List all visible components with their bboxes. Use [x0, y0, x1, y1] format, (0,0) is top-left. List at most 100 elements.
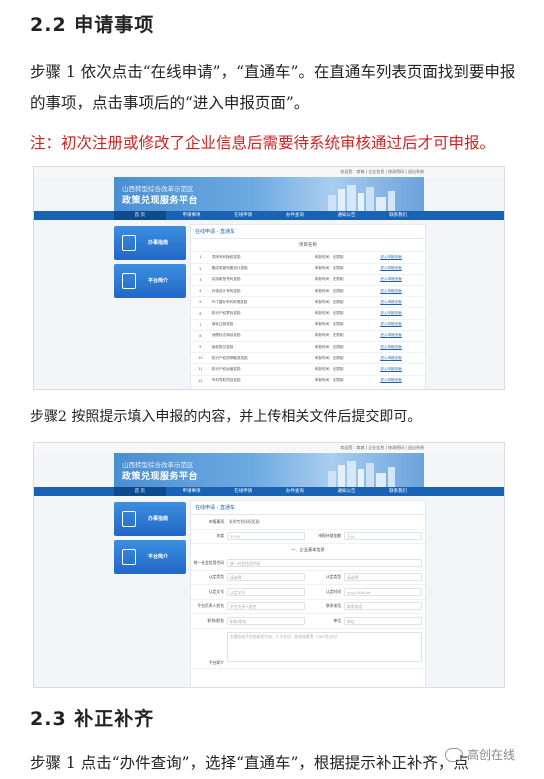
- sidecard-intro[interactable]: 平台简介: [114, 264, 186, 298]
- enter-apply-link[interactable]: 进入申报页面: [378, 307, 425, 320]
- field-label: 联系电话: [325, 603, 341, 609]
- enter-apply-link[interactable]: 进入申报页面: [378, 330, 425, 343]
- row-number: 9: [191, 341, 210, 354]
- nav-home[interactable]: 首 页: [114, 487, 166, 496]
- enter-apply-link[interactable]: 进入申报页面: [378, 386, 425, 389]
- field-label: 平台负责人姓名: [197, 603, 224, 609]
- nav-case-query[interactable]: 办件查询: [269, 211, 321, 220]
- date-input[interactable]: yyyy-MM-dd: [344, 587, 422, 596]
- section-heading-supplement: 2.3 补正补齐: [30, 708, 155, 730]
- row-date: 申报时间：无限制: [312, 274, 379, 287]
- sidecard-intro[interactable]: 平台简介: [114, 540, 186, 574]
- intro-textarea[interactable]: 主要包括平台的研发方向、人才队伍、研发成果等（300字以内）: [227, 631, 422, 662]
- row-item-name: 实用新型专利奖励: [209, 274, 313, 287]
- sidecard-label: 平台简介: [148, 554, 169, 560]
- row-number: 4: [191, 285, 210, 298]
- table-row: 12 专利导航项目奖励 申报时间：无限制 进入申报页面: [191, 375, 425, 387]
- nav-home[interactable]: 首 页: [114, 211, 166, 220]
- unit-input[interactable]: 单位: [344, 616, 422, 625]
- enter-apply-link[interactable]: 进入申报页面: [378, 352, 425, 365]
- portal-title-small: 山西转型综合改革示范区: [122, 185, 194, 193]
- row-number: 12: [191, 375, 210, 387]
- enter-apply-link[interactable]: 进入申报页面: [378, 274, 425, 287]
- row-date: 申报时间：无限制: [312, 386, 379, 389]
- row-number: 10: [191, 352, 210, 365]
- enter-apply-link[interactable]: 进入申报页面: [378, 341, 425, 354]
- table-row: 4 外观设计专利奖励 申报时间：无限制 进入申报页面: [191, 285, 425, 298]
- row-item-name: PCT国际专利申请奖励: [209, 296, 313, 309]
- sidecard-label: 平台简介: [148, 278, 169, 284]
- type-select[interactable]: 请选择: [227, 573, 305, 582]
- book-icon: [122, 235, 136, 251]
- sidecard-guide[interactable]: 办事指南: [114, 226, 186, 260]
- nav-apply-items[interactable]: 申请事项: [166, 211, 218, 220]
- nav-online-apply[interactable]: 在线申请: [217, 487, 269, 496]
- row-item-name: 知识产权贯标奖励: [209, 307, 313, 320]
- enter-apply-link[interactable]: 进入申报页面: [378, 319, 425, 331]
- table-row: 13知识产权服务机构奖励申报时间：无限制进入申报页面: [191, 386, 425, 389]
- portal-topbar: 欢迎您：商城 | 企业信息 | 修改密码 | 退出系统: [34, 167, 504, 177]
- doc-number-input[interactable]: 认定文号: [227, 587, 305, 596]
- row-item-name: 知识产权质押融资奖励: [209, 352, 313, 365]
- row-number: 8: [191, 330, 210, 343]
- title-input[interactable]: 职称/职务: [227, 616, 305, 625]
- table-row: 8 地理标志商标奖励 申报时间：无限制 进入申报页面: [191, 330, 425, 343]
- document-icon: [122, 549, 136, 565]
- field-label: 认定时间: [325, 588, 341, 594]
- sidecard-label: 办事指南: [148, 516, 169, 522]
- row-number: 6: [191, 307, 210, 320]
- year-input[interactable]: 2019: [227, 532, 305, 541]
- enter-apply-link[interactable]: 进入申报页面: [378, 363, 425, 376]
- book-icon: [122, 511, 136, 527]
- field-label: 单位: [333, 617, 341, 623]
- field-label: 平台简介: [208, 659, 224, 665]
- nav-notices[interactable]: 通知公告: [321, 487, 373, 496]
- row-date: 申报时间：无限制: [312, 296, 379, 309]
- nav-contact[interactable]: 联系我们: [372, 211, 424, 220]
- phone-input[interactable]: 联系电话: [344, 602, 422, 611]
- enter-apply-link[interactable]: 进入申报页面: [378, 375, 425, 387]
- enter-apply-link[interactable]: 进入申报页面: [378, 296, 425, 309]
- row-number: 3: [191, 274, 210, 287]
- nav-contact[interactable]: 联系我们: [372, 487, 424, 496]
- row-item-name: 知识产权服务机构奖励: [209, 386, 313, 389]
- type-select-2[interactable]: 请选择: [344, 573, 422, 582]
- enter-apply-link[interactable]: 进入申报页面: [378, 252, 425, 264]
- nav-case-query[interactable]: 办件查询: [269, 487, 321, 496]
- row-number: 5: [191, 296, 210, 309]
- portal-sidebar: 办事指南 平台简介: [114, 226, 186, 302]
- field-label: 申报补助金额: [318, 533, 341, 539]
- row-number: 1: [191, 252, 210, 264]
- nav-notices[interactable]: 通知公告: [321, 211, 373, 220]
- breadcrumb: 在线申请 - 直通车: [191, 501, 425, 515]
- sidecard-guide[interactable]: 办事指南: [114, 502, 186, 536]
- row-item-name: 版权登记奖励: [209, 341, 313, 354]
- field-label: 认定类型: [325, 574, 341, 580]
- list-header: 项目名称: [191, 239, 425, 252]
- portal-title: 政策兑现服务平台: [122, 472, 199, 482]
- nav-apply-items[interactable]: 申请事项: [166, 487, 218, 496]
- enter-apply-link[interactable]: 进入申报页面: [378, 263, 425, 275]
- row-date: 申报时间：无限制: [312, 330, 379, 343]
- portal-nav: 首 页 申请事项 在线申请 办件查询 通知公告 联系我们: [34, 211, 504, 220]
- list-panel: 在线申请 - 直通车 项目名称 1 发明专利授权奖励 申报时间：无限制 进入申报页面 2…: [190, 224, 426, 389]
- row-date: 申报时间：无限制: [312, 352, 379, 365]
- leader-input[interactable]: 平台负责人姓名: [227, 602, 305, 611]
- nav-online-apply[interactable]: 在线申请: [217, 211, 269, 220]
- field-label: 统一社会信用代码: [193, 559, 224, 565]
- field-label: 认定类型: [208, 574, 224, 580]
- row-date: 申报时间：无限制: [312, 285, 379, 298]
- row-number: 11: [191, 363, 210, 376]
- step1-paragraph: 步骤 1 依次点击“在线申请”，“直通车”。在直通车列表页面找到要申报的事项，点…: [30, 63, 516, 112]
- step2-paragraph: 步骤2 按照提示填入申报的内容，并上传相关文件后提交即可。: [30, 409, 422, 425]
- breadcrumb: 在线申请 - 直通车: [191, 225, 425, 239]
- table-row: 6 知识产权贯标奖励 申报时间：无限制 进入申报页面: [191, 307, 425, 320]
- screenshot-form-page: 欢迎您：商城 | 企业信息 | 修改密码 | 退出系统 山西转型综合改革示范区 …: [33, 442, 505, 688]
- table-row: 5 PCT国际专利申请奖励 申报时间：无限制 进入申报页面: [191, 296, 425, 309]
- field-label: 年度: [216, 533, 224, 539]
- table-row: 1 发明专利授权奖励 申报时间：无限制 进入申报页面: [191, 252, 425, 264]
- enter-apply-link[interactable]: 进入申报页面: [378, 285, 425, 298]
- credit-code-input[interactable]: 统一社会信用代码: [227, 558, 422, 567]
- amount-input[interactable]: 万元: [344, 532, 422, 541]
- row-item-name: 知识产权运营奖励: [209, 363, 313, 376]
